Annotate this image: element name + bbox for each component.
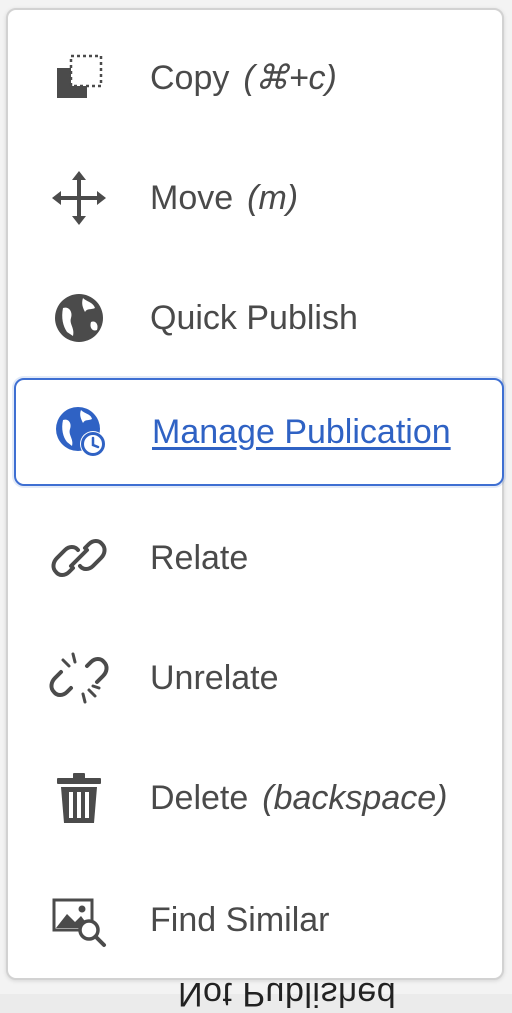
move-icon — [48, 167, 110, 229]
menu-item-copy[interactable]: Copy (⌘+c) — [14, 24, 504, 132]
menu-item-move-label: Move (m) — [150, 178, 299, 217]
menu-item-delete-label: Delete (backspace) — [150, 778, 448, 817]
image-search-icon — [48, 889, 110, 951]
link-icon — [48, 527, 110, 589]
globe-icon — [48, 287, 110, 349]
menu-item-move[interactable]: Move (m) — [14, 144, 504, 252]
globe-clock-icon — [50, 401, 112, 463]
menu-item-unrelate-label: Unrelate — [150, 658, 279, 697]
context-menu: Copy (⌘+c) Move (m) Quick Publish Manage… — [6, 8, 504, 980]
menu-item-relate[interactable]: Relate — [14, 504, 504, 612]
copy-icon — [48, 47, 110, 109]
menu-item-manage-publication-label: Manage Publication — [152, 412, 451, 451]
menu-item-find-similar-label: Find Similar — [150, 900, 330, 939]
menu-item-copy-label: Copy (⌘+c) — [150, 59, 337, 97]
menu-item-find-similar[interactable]: Find Similar — [14, 866, 504, 974]
menu-item-quick-publish-label: Quick Publish — [150, 298, 358, 337]
menu-item-delete-shortcut: (backspace) — [262, 778, 448, 817]
trash-icon — [48, 767, 110, 829]
menu-item-delete[interactable]: Delete (backspace) — [14, 744, 504, 852]
unlink-icon — [48, 647, 110, 709]
menu-item-unrelate[interactable]: Unrelate — [14, 624, 504, 732]
menu-item-manage-publication[interactable]: Manage Publication — [14, 378, 504, 486]
menu-item-move-shortcut: (m) — [247, 178, 299, 217]
menu-item-relate-label: Relate — [150, 538, 249, 577]
menu-item-copy-shortcut: (⌘+c) — [243, 59, 337, 97]
menu-item-quick-publish[interactable]: Quick Publish — [14, 264, 504, 372]
